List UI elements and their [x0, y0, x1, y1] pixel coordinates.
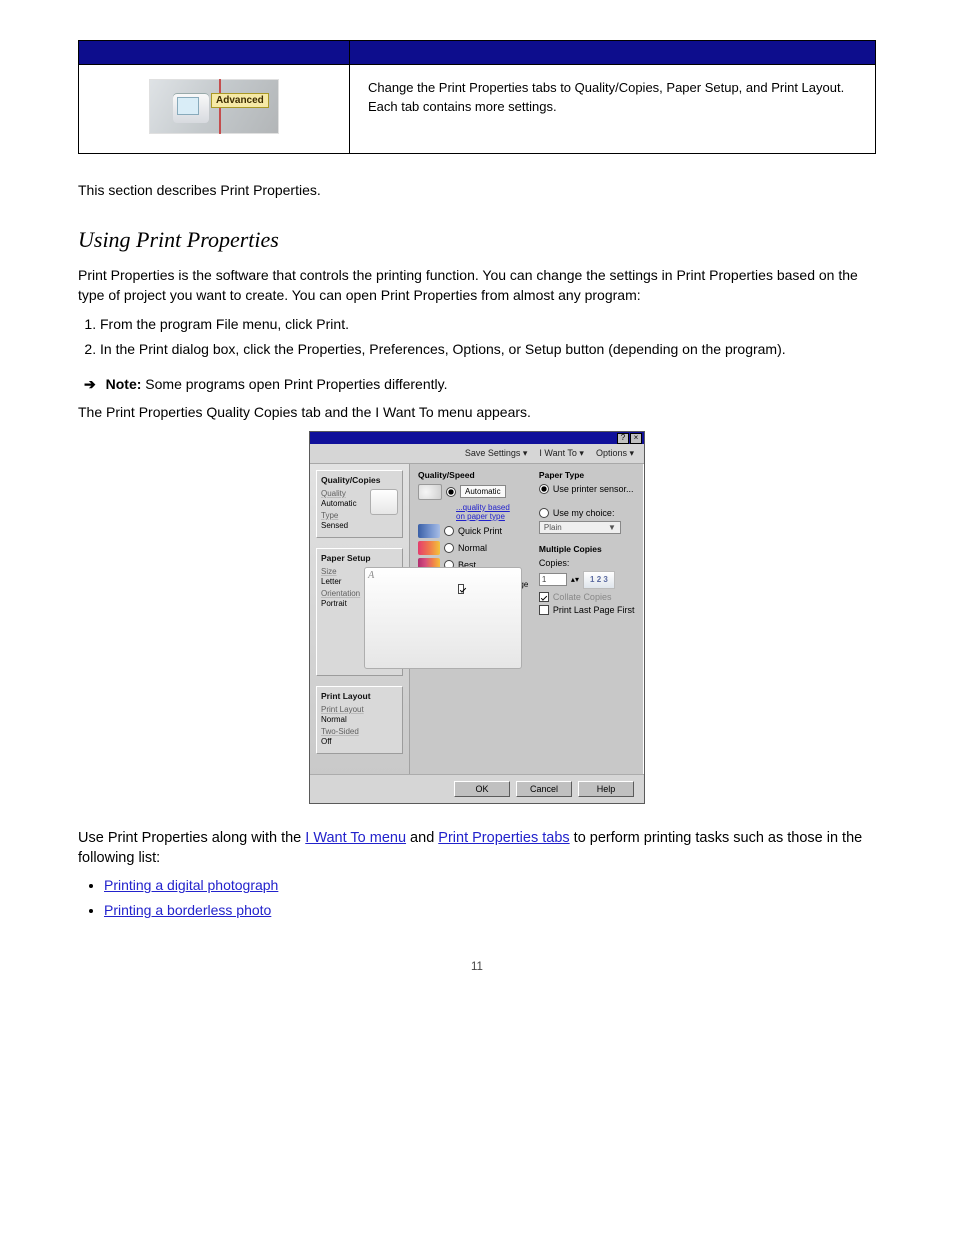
advanced-thumbnail: Advanced — [149, 79, 279, 134]
cancel-button[interactable]: Cancel — [516, 781, 572, 797]
lead-paragraph: Use Print Properties along with the I Wa… — [78, 828, 876, 869]
sidebar-quality-copies[interactable]: Quality/Copies Quality Automatic Type Se… — [316, 470, 403, 538]
collate-label: Collate Copies — [553, 592, 612, 602]
sidebar-pl-val1: Normal — [321, 715, 398, 725]
paper-type-head: Paper Type — [539, 470, 636, 480]
paper-type-sensor[interactable]: Use printer sensor... — [539, 484, 636, 494]
sidebar-ps-label2: Orientation — [321, 589, 360, 599]
sidebar-qc-label1: Quality — [321, 489, 357, 499]
task-bullet: Printing a digital photograph — [104, 874, 876, 896]
radio-quick[interactable] — [444, 526, 454, 536]
def-from-cell: Advanced — [79, 65, 350, 154]
ok-button[interactable]: OK — [454, 781, 510, 797]
quality-automatic[interactable]: Automatic — [418, 484, 529, 500]
quality-quick-label: Quick Print — [458, 526, 502, 536]
print-last-first[interactable]: Print Last Page First — [539, 605, 636, 615]
task-link-0[interactable]: Printing a digital photograph — [104, 877, 278, 893]
lastfirst-label: Print Last Page First — [553, 605, 635, 615]
sidebar-qc-val1: Automatic — [321, 499, 357, 509]
paper-type-choice[interactable]: Use my choice: — [539, 508, 636, 518]
print-properties-tabs-link[interactable]: Print Properties tabs — [438, 830, 569, 846]
copies-spinner[interactable]: 1 — [539, 573, 567, 586]
result-line: The Print Properties Quality Copies tab … — [78, 402, 876, 422]
sidebar-pl-label1: Print Layout — [321, 705, 398, 715]
printer-icon — [173, 93, 209, 123]
quality-autolink2[interactable]: on paper type — [456, 512, 529, 521]
radio-auto[interactable] — [446, 487, 456, 497]
auto-quality-icon — [418, 484, 442, 500]
sidebar: Quality/Copies Quality Automatic Type Se… — [310, 464, 410, 774]
quality-normal-label: Normal — [458, 543, 487, 553]
window-menubar: Save Settings ▾ I Want To ▾ Options ▾ — [310, 444, 644, 464]
quality-speed-head: Quality/Speed — [418, 470, 529, 480]
normal-quality-icon — [418, 541, 440, 555]
step-2: In the Print dialog box, click the Prope… — [100, 338, 876, 360]
sidebar-head-qc: Quality/Copies — [321, 475, 398, 485]
magnifier-icon — [370, 489, 398, 515]
quick-quality-icon — [418, 524, 440, 538]
sidebar-pl-label2: Two-Sided — [321, 727, 398, 737]
quality-quick[interactable]: Quick Print — [418, 524, 529, 538]
step-1: From the program File menu, click Print. — [100, 313, 876, 335]
chevron-down-icon: ▼ — [608, 523, 616, 532]
section-paragraph: Print Properties is the software that co… — [78, 265, 876, 306]
menu-options[interactable]: Options ▾ — [596, 448, 634, 459]
help-button[interactable]: Help — [578, 781, 634, 797]
def-desc-cell: Change the Print Properties tabs to Qual… — [349, 65, 875, 154]
page-icon — [364, 567, 522, 669]
window-titlebar: ? × — [310, 432, 644, 444]
radio-choice[interactable] — [539, 508, 549, 518]
task-bullets: Printing a digital photograph Printing a… — [78, 874, 876, 921]
sidebar-pl-val2: Off — [321, 737, 398, 747]
page-number: 11 — [78, 961, 876, 973]
def-desc: Change the Print Properties tabs to Qual… — [368, 79, 857, 117]
i-want-to-link[interactable]: I Want To menu — [305, 830, 406, 846]
radio-normal[interactable] — [444, 543, 454, 553]
sidebar-ps-val2: Portrait — [321, 599, 360, 609]
quality-normal[interactable]: Normal — [418, 541, 529, 555]
sidebar-paper-setup[interactable]: Paper Setup Size Letter Orientation Port… — [316, 548, 403, 676]
pt-selected: Plain — [544, 523, 562, 532]
paper-type-dropdown[interactable]: Plain ▼ — [539, 521, 621, 534]
window-help-icon[interactable]: ? — [617, 433, 629, 444]
dialog-buttons: OK Cancel Help — [310, 774, 644, 803]
checkbox-collate[interactable] — [539, 592, 549, 602]
checkbox-ais[interactable] — [458, 584, 465, 594]
sidebar-head-pl: Print Layout — [321, 691, 398, 701]
checkbox-lastfirst[interactable] — [539, 605, 549, 615]
sidebar-print-layout[interactable]: Print Layout Print Layout Normal Two-Sid… — [316, 686, 403, 754]
window-close-icon[interactable]: × — [630, 433, 642, 444]
sidebar-qc-val2: Sensed — [321, 521, 357, 531]
radio-sensor[interactable] — [539, 484, 549, 494]
task-link-1[interactable]: Printing a borderless photo — [104, 902, 271, 918]
multiple-copies-head: Multiple Copies — [539, 544, 636, 554]
copies-label: Copies: — [539, 558, 636, 568]
menu-i-want-to[interactable]: I Want To ▾ — [539, 448, 584, 459]
sidebar-ps-val1: Letter — [321, 577, 360, 587]
task-bullet: Printing a borderless photo — [104, 899, 876, 921]
pt-sensor-label: Use printer sensor... — [553, 484, 634, 494]
quality-autolink1[interactable]: ...quality based — [456, 503, 529, 512]
collate-copies[interactable]: Collate Copies — [539, 592, 636, 602]
note-line: ➔ Note: Some programs open Print Propert… — [78, 374, 876, 394]
sidebar-qc-label2: Type — [321, 511, 357, 521]
menu-save-settings[interactable]: Save Settings ▾ — [465, 448, 528, 459]
advanced-tag: Advanced — [211, 93, 269, 108]
definition-table: Advanced Change the Print Properties tab… — [78, 40, 876, 154]
quality-auto-label: Automatic — [460, 485, 506, 498]
collate-icon: 1 2 3 — [583, 571, 615, 589]
sidebar-ps-label1: Size — [321, 567, 360, 577]
print-properties-window: ? × Save Settings ▾ I Want To ▾ Options … — [309, 431, 645, 804]
section-intro: This section describes Print Properties. — [78, 180, 876, 200]
steps-list: From the program File menu, click Print.… — [100, 313, 876, 360]
sidebar-head-ps: Paper Setup — [321, 553, 398, 563]
pt-choice-label: Use my choice: — [553, 508, 615, 518]
arrow-icon: ➔ — [84, 374, 96, 394]
section-heading: Using Print Properties — [78, 226, 876, 255]
